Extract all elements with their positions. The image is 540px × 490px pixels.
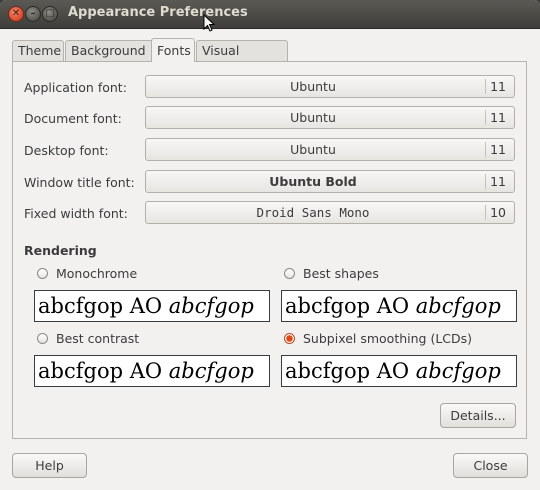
fixed-width-font-button[interactable]: Droid Sans Mono 10 (145, 201, 515, 224)
separator (485, 110, 486, 125)
preview-italic-text: abcfgop (168, 294, 254, 318)
font-name: Droid Sans Mono (256, 205, 370, 220)
tab-fonts[interactable]: Fonts (151, 38, 195, 62)
tab-theme[interactable]: Theme (12, 40, 64, 61)
help-button[interactable]: Help (12, 453, 87, 478)
details-button[interactable]: Details... (440, 403, 516, 428)
preview-italic-text: abcfgop (168, 359, 254, 383)
desktop-font-label: Desktop font: (24, 143, 109, 158)
best-shapes-preview[interactable]: abcfgop AO abcfgop (281, 290, 517, 322)
separator (485, 205, 486, 220)
separator (485, 174, 486, 189)
preview-regular-text: abcfgop AO (38, 359, 169, 383)
font-size: 11 (490, 174, 506, 189)
document-font-button[interactable]: Ubuntu 11 (145, 106, 515, 129)
preview-regular-text: abcfgop AO (285, 294, 416, 318)
monochrome-label[interactable]: Monochrome (56, 266, 137, 281)
subpixel-smoothing-preview[interactable]: abcfgop AO abcfgop (281, 355, 517, 387)
font-name: Ubuntu Bold (269, 174, 357, 189)
preview-italic-text: abcfgop (415, 359, 501, 383)
title-bar[interactable]: ✕ – □ Appearance Preferences (0, 0, 540, 32)
close-button[interactable]: Close (453, 453, 528, 478)
best-shapes-label[interactable]: Best shapes (303, 266, 379, 281)
preview-regular-text: abcfgop AO (285, 359, 416, 383)
best-contrast-label[interactable]: Best contrast (56, 331, 139, 346)
desktop-font-button[interactable]: Ubuntu 11 (145, 138, 515, 161)
preview-regular-text: abcfgop AO (38, 294, 169, 318)
window-title-font-button[interactable]: Ubuntu Bold 11 (145, 170, 515, 193)
separator (485, 79, 486, 94)
window-close-icon[interactable]: ✕ (8, 6, 24, 22)
document-font-label: Document font: (24, 111, 122, 126)
best-shapes-radio[interactable] (284, 268, 295, 279)
monochrome-radio[interactable] (37, 268, 48, 279)
font-size: 11 (490, 79, 506, 94)
best-contrast-preview[interactable]: abcfgop AO abcfgop (34, 355, 270, 387)
font-name: Ubuntu (290, 79, 336, 94)
subpixel-smoothing-label[interactable]: Subpixel smoothing (LCDs) (303, 331, 472, 346)
rendering-heading: Rendering (24, 243, 97, 258)
window-title-font-label: Window title font: (24, 175, 135, 190)
tab-background[interactable]: Background (65, 40, 160, 61)
monochrome-preview[interactable]: abcfgop AO abcfgop (34, 290, 270, 322)
separator (485, 142, 486, 157)
fixed-width-font-label: Fixed width font: (24, 206, 128, 221)
application-font-label: Application font: (24, 80, 127, 95)
application-font-button[interactable]: Ubuntu 11 (145, 75, 515, 98)
tab-visual-effects[interactable]: Visual Effects (196, 40, 288, 78)
mouse-pointer-icon (203, 14, 215, 32)
window-maximize-icon[interactable]: □ (42, 6, 58, 22)
window-minimize-icon[interactable]: – (25, 6, 41, 22)
best-contrast-radio[interactable] (37, 333, 48, 344)
appearance-preferences-window: ✕ – □ Appearance Preferences Theme Backg… (0, 0, 540, 490)
window-title: Appearance Preferences (68, 5, 248, 20)
font-name: Ubuntu (290, 110, 336, 125)
preview-italic-text: abcfgop (415, 294, 501, 318)
font-size: 11 (490, 142, 506, 157)
font-size: 11 (490, 110, 506, 125)
font-size: 10 (490, 205, 506, 220)
font-name: Ubuntu (290, 142, 336, 157)
subpixel-smoothing-radio[interactable] (284, 333, 295, 344)
